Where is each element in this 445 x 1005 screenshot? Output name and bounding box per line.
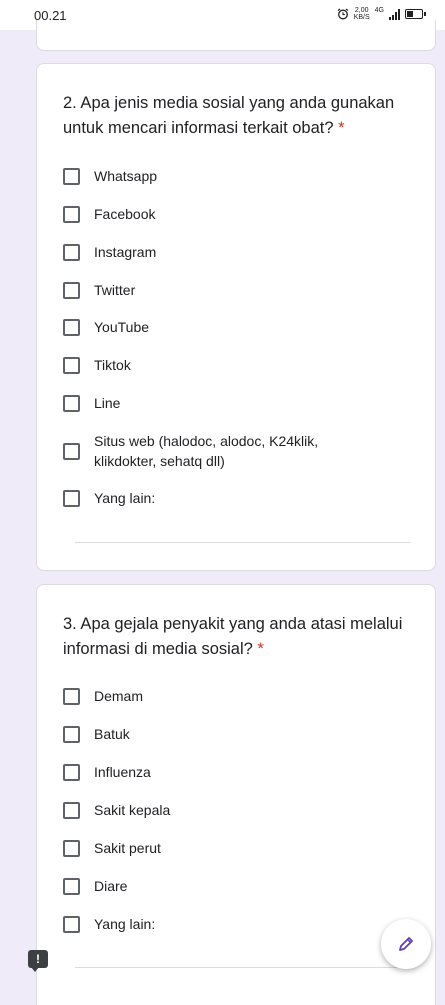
alarm-icon [337, 8, 349, 20]
option-label: Sakit perut [94, 840, 161, 856]
signal-icon [389, 8, 400, 20]
checkbox[interactable] [63, 356, 80, 374]
status-icons: 2,00 KB/S 4G [337, 7, 426, 21]
checkbox-option-twitter[interactable]: Twitter [63, 280, 135, 300]
checkbox-option-other[interactable]: Yang lain: [63, 488, 155, 508]
option-label: Yang lain: [94, 490, 156, 506]
checkbox-option-facebook[interactable]: Facebook [63, 204, 155, 224]
checkbox[interactable] [63, 318, 80, 336]
question-title-2: 2. Apa jenis media sosial yang anda guna… [63, 91, 415, 141]
checkbox-option-situs-web[interactable]: Situs web (halodoc, alodoc, K24klik, kli… [63, 431, 344, 471]
option-label: Whatsapp [94, 168, 158, 184]
option-label: Situs web (halodoc, alodoc, K24klik, kli… [94, 433, 319, 469]
option-label: YouTube [94, 319, 150, 335]
previous-question-card [36, 20, 436, 51]
checkbox[interactable] [63, 839, 80, 857]
checkbox-option-batuk[interactable]: Batuk [63, 724, 130, 744]
checkbox-option-other[interactable]: Yang lain: [63, 914, 155, 934]
checkbox[interactable] [63, 915, 80, 933]
checkbox[interactable] [63, 687, 80, 705]
checkbox[interactable] [63, 394, 80, 412]
option-label: Instagram [94, 244, 157, 260]
option-label: Tiktok [94, 357, 131, 373]
checkbox[interactable] [63, 442, 80, 460]
option-label: Batuk [94, 726, 130, 742]
checkbox-option-sakit-kepala[interactable]: Sakit kepala [63, 800, 170, 820]
network-type: 4G [374, 7, 384, 14]
checkbox[interactable] [63, 877, 80, 895]
option-label: Yang lain: [94, 916, 156, 932]
checkbox-option-whatsapp[interactable]: Whatsapp [63, 166, 157, 186]
checkbox-option-tiktok[interactable]: Tiktok [63, 355, 131, 375]
checkbox-option-diare[interactable]: Diare [63, 876, 127, 896]
other-text-input[interactable] [75, 967, 411, 968]
option-label: Diare [94, 878, 128, 894]
checkbox[interactable] [63, 763, 80, 781]
option-label: Influenza [94, 764, 151, 780]
checkbox-option-line[interactable]: Line [63, 393, 120, 413]
option-label: Twitter [94, 282, 136, 298]
checkbox[interactable] [63, 489, 80, 507]
other-text-input[interactable] [75, 542, 411, 543]
checkbox[interactable] [63, 281, 80, 299]
question-card-2: 2. Apa jenis media sosial yang anda guna… [36, 63, 436, 571]
pencil-icon [399, 937, 413, 951]
net-speed: 2,00 KB/S [354, 7, 370, 21]
feedback-icon[interactable]: ! [28, 950, 48, 972]
checkbox[interactable] [63, 725, 80, 743]
edit-fab-button[interactable] [381, 919, 431, 969]
option-label: Sakit kepala [94, 802, 171, 818]
required-asterisk: * [338, 119, 345, 137]
battery-icon [405, 9, 426, 19]
option-label: Facebook [94, 206, 156, 222]
checkbox-option-influenza[interactable]: Influenza [63, 762, 151, 782]
option-label: Demam [94, 688, 144, 704]
checkbox[interactable] [63, 167, 80, 185]
required-asterisk: * [257, 640, 264, 658]
checkbox-option-instagram[interactable]: Instagram [63, 242, 156, 262]
question-3-text: 3. Apa gejala penyakit yang anda atasi m… [63, 615, 403, 658]
net-speed-value: 2,00 [354, 7, 369, 14]
checkbox[interactable] [63, 205, 80, 223]
checkbox-option-youtube[interactable]: YouTube [63, 317, 149, 337]
question-card-3: 3. Apa gejala penyakit yang anda atasi m… [36, 584, 436, 1005]
option-label: Line [94, 395, 121, 411]
checkbox[interactable] [63, 243, 80, 261]
checkbox-option-sakit-perut[interactable]: Sakit perut [63, 838, 161, 858]
checkbox-option-demam[interactable]: Demam [63, 686, 143, 706]
checkbox[interactable] [63, 801, 80, 819]
question-title-3: 3. Apa gejala penyakit yang anda atasi m… [63, 612, 415, 662]
